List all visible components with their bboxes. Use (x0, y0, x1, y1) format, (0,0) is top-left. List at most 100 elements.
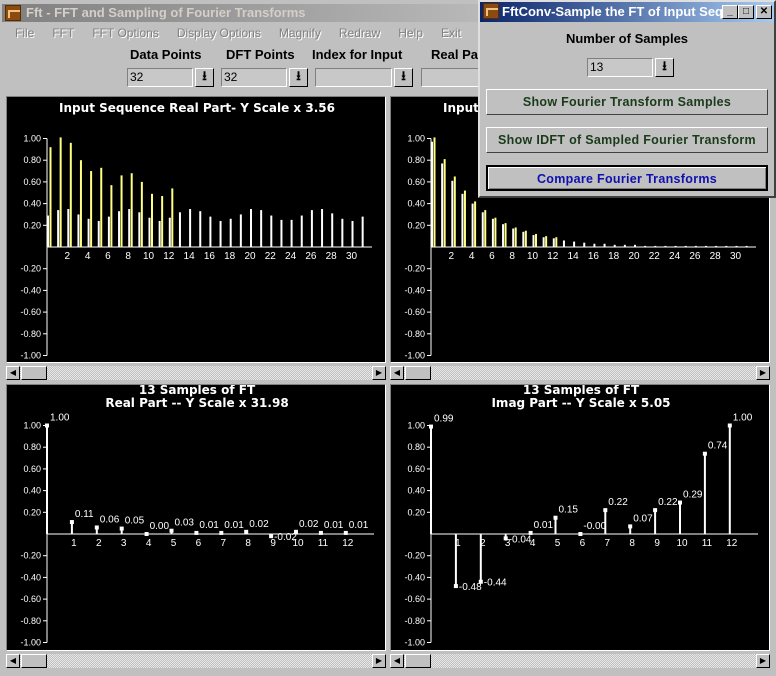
value-label: -0.48 (459, 582, 482, 593)
show-idft-button[interactable]: Show IDFT of Sampled Fourier Transform (486, 127, 768, 153)
x-tick-label: 16 (204, 251, 216, 262)
scroll-right-icon[interactable]: ▶ (372, 366, 386, 380)
scroll-right-icon[interactable]: ▶ (756, 366, 770, 380)
bar (433, 137, 436, 247)
show-ft-samples-button[interactable]: Show Fourier Transform Samples (486, 89, 768, 115)
dropdown-arrow-icon[interactable]: ⭳ (394, 68, 413, 87)
bar (77, 214, 80, 247)
menu-exit[interactable]: Exit (432, 24, 470, 42)
bar (100, 167, 103, 247)
scroll-thumb[interactable] (405, 366, 431, 380)
bar (158, 220, 161, 247)
ft-samples-imag-chart: 13 Samples of FTImag Part -- Y Scale x 5… (404, 385, 758, 648)
x-tick-label: 4 (469, 251, 475, 262)
bar (110, 185, 113, 247)
dft-points-field[interactable]: 32 (221, 68, 287, 87)
y-tick-label: -0.60 (404, 307, 425, 317)
x-tick-label: 6 (580, 538, 586, 549)
y-tick-label: 0.40 (23, 486, 41, 496)
data-points-combo[interactable]: 32 ⭳ (127, 68, 214, 87)
dropdown-arrow-icon[interactable]: ⭳ (195, 68, 214, 87)
scrollbar-bottom-left[interactable]: ◀ ▶ (6, 654, 386, 668)
bar (654, 245, 657, 247)
menu-help[interactable]: Help (389, 24, 432, 42)
value-label: 0.01 (349, 520, 369, 531)
y-tick-label: 0.60 (23, 464, 41, 474)
bar (148, 217, 151, 247)
menu-fft[interactable]: FFT (43, 24, 83, 42)
value-label: 0.07 (633, 513, 653, 524)
real-part-field[interactable] (421, 68, 481, 87)
y-tick-label: 0.60 (407, 464, 425, 474)
y-tick-label: -0.80 (404, 616, 425, 626)
app-icon (5, 5, 21, 21)
x-tick-label: 22 (649, 251, 661, 262)
close-icon[interactable]: ✕ (756, 5, 772, 19)
scroll-left-icon[interactable]: ◀ (6, 654, 20, 668)
index-for-input-label: Index for Input (312, 47, 403, 62)
scroll-left-icon[interactable]: ◀ (390, 654, 404, 668)
bar (453, 176, 456, 247)
index-for-input-field[interactable] (315, 68, 392, 87)
scroll-left-icon[interactable]: ◀ (390, 366, 404, 380)
menu-file[interactable]: File (6, 24, 43, 42)
menu-magnify[interactable]: Magnify (270, 24, 330, 42)
stem-marker (119, 526, 124, 531)
bar (745, 245, 748, 247)
dialog-title: FftConv-Sample the FT of Input Seq... (502, 4, 734, 19)
bar (532, 235, 535, 247)
y-tick-label: 0.60 (407, 177, 425, 187)
bar (90, 171, 93, 247)
chart-panel-top-left: Input Sequence Real Part- Y Scale x 3.56… (6, 96, 386, 363)
maximize-icon[interactable]: □ (738, 5, 754, 19)
menu-redraw[interactable]: Redraw (330, 24, 389, 42)
number-of-samples-field[interactable]: 13 (587, 58, 653, 77)
chart-title: Input Sequence Real Part- Y Scale x 3.56 (59, 101, 335, 115)
y-tick-label: -1.00 (20, 638, 41, 648)
value-label: 0.99 (434, 414, 454, 425)
index-for-input-combo[interactable]: ⭳ (315, 68, 413, 87)
scroll-thumb[interactable] (21, 654, 47, 668)
scroll-left-icon[interactable]: ◀ (6, 366, 20, 380)
x-tick-label: 24 (285, 251, 297, 262)
stem-marker (702, 451, 707, 456)
stem-marker (429, 424, 433, 429)
bar (331, 213, 334, 247)
scroll-right-icon[interactable]: ▶ (756, 654, 770, 668)
bar (130, 173, 133, 247)
x-tick-label: 4 (85, 251, 91, 262)
dft-points-combo[interactable]: 32 ⭳ (221, 68, 308, 87)
scroll-thumb[interactable] (405, 654, 431, 668)
number-of-samples-combo[interactable]: 13 ⭳ (587, 58, 674, 77)
dropdown-arrow-icon[interactable]: ⭳ (289, 68, 308, 87)
bar (623, 244, 626, 247)
bar (441, 163, 444, 247)
bar (484, 210, 487, 247)
scrollbar-top-right[interactable]: ◀ ▶ (390, 366, 770, 380)
bar (634, 244, 636, 247)
y-tick-label: -1.00 (404, 351, 425, 361)
menu-fft-options[interactable]: FFT Options (83, 24, 167, 42)
value-label: 0.02 (249, 519, 269, 530)
x-tick-label: 11 (702, 538, 713, 549)
stem-marker (144, 532, 149, 536)
scrollbar-top-left[interactable]: ◀ ▶ (6, 366, 386, 380)
scrollbar-bottom-right[interactable]: ◀ ▶ (390, 654, 770, 668)
stem-marker (318, 530, 323, 535)
dialog-title-bar[interactable]: FftConv-Sample the FT of Input Seq... _ … (480, 2, 774, 22)
menu-display-options[interactable]: Display Options (168, 24, 270, 42)
value-label: 0.11 (75, 509, 94, 520)
scroll-thumb[interactable] (21, 366, 47, 380)
compare-ft-button[interactable]: Compare Fourier Transforms (486, 165, 768, 191)
y-tick-label: -1.00 (20, 351, 41, 361)
scroll-right-icon[interactable]: ▶ (372, 654, 386, 668)
real-part-combo[interactable] (421, 68, 481, 87)
dft-points-label: DFT Points (226, 47, 295, 62)
data-points-field[interactable]: 32 (127, 68, 193, 87)
x-tick-label: 30 (730, 251, 742, 262)
y-tick-label: 0.40 (407, 199, 425, 209)
bar (573, 241, 576, 247)
minimize-icon[interactable]: _ (722, 5, 738, 19)
x-tick-label: 2 (65, 251, 71, 262)
dropdown-arrow-icon[interactable]: ⭳ (655, 58, 674, 77)
